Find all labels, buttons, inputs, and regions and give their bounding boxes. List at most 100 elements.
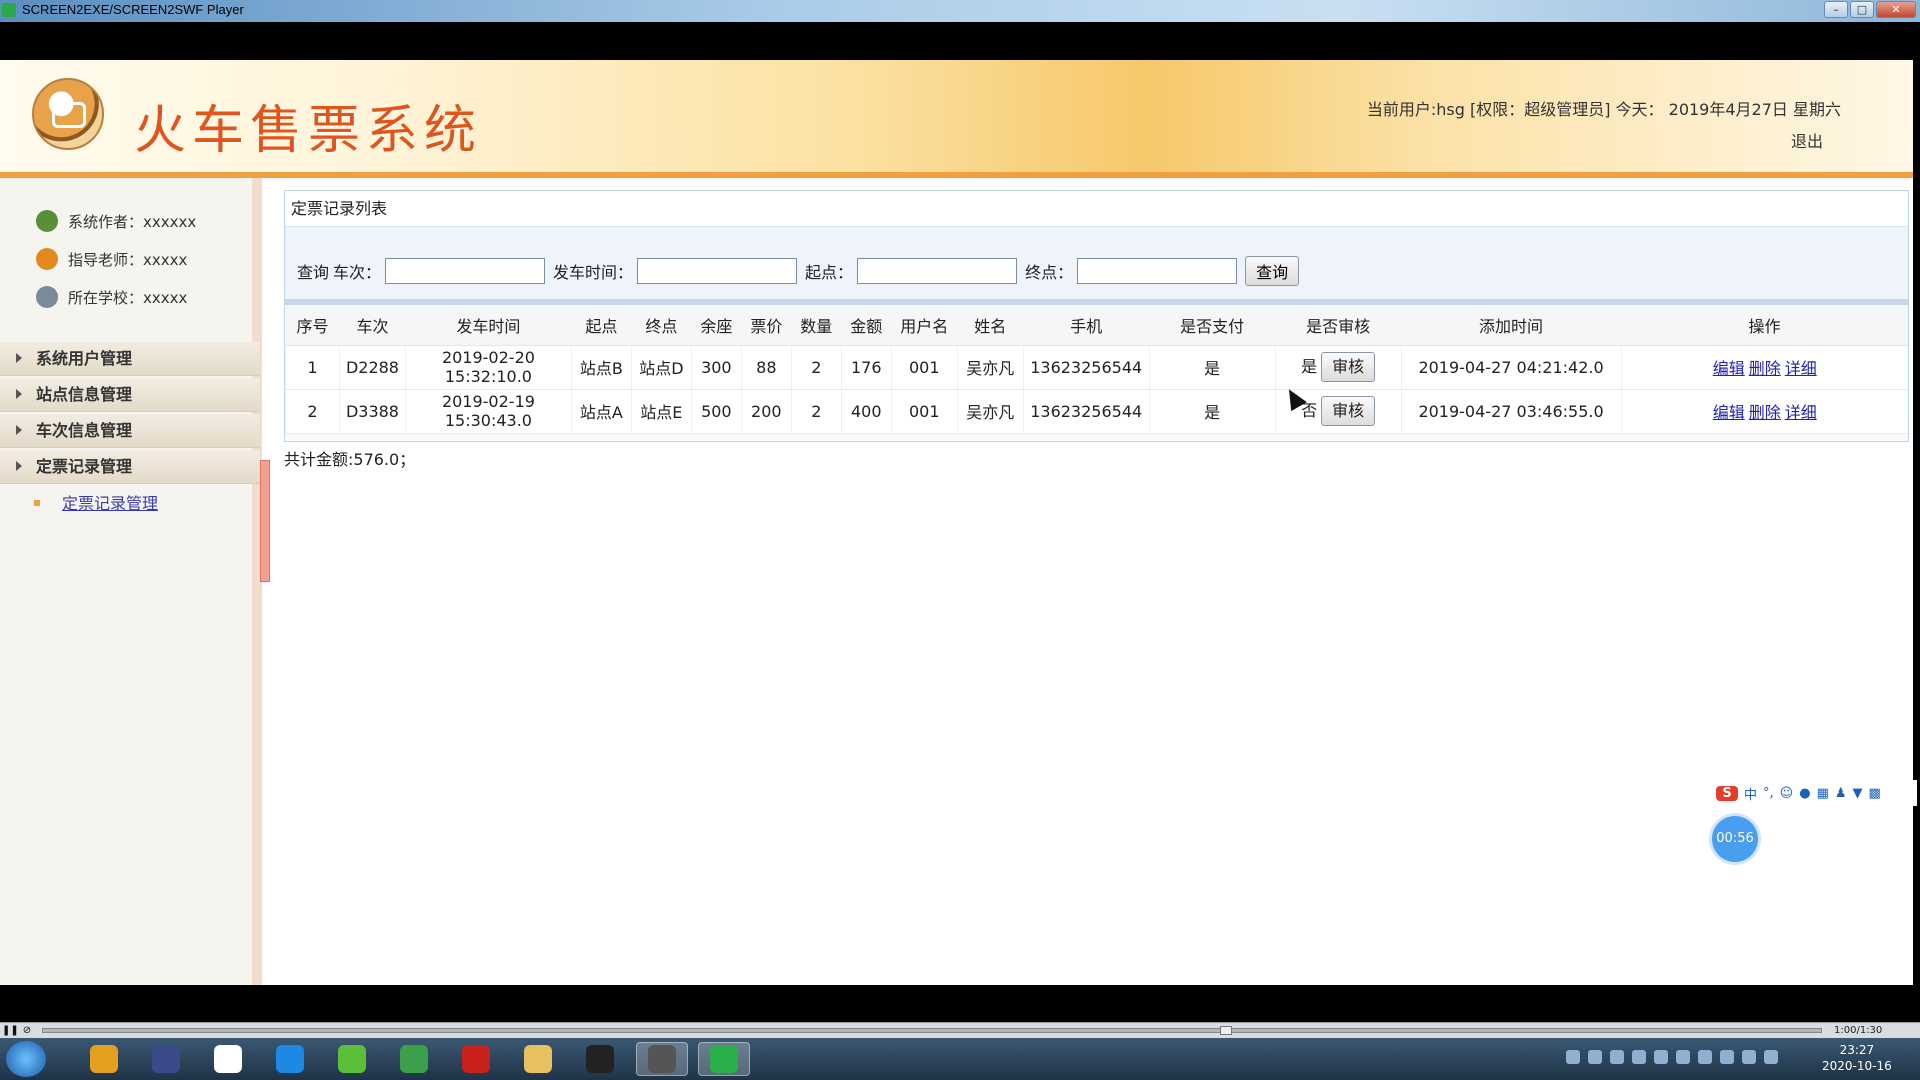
taskbar-app-button[interactable] <box>140 1042 192 1076</box>
to-label: 终点： <box>1025 263 1074 282</box>
menu-booking-management[interactable]: 定票记录管理 <box>0 450 260 484</box>
taskbar: 23:27 2020-10-16 <box>0 1038 1920 1080</box>
app-title: 火车售票系统 <box>134 101 483 161</box>
cell-added: 2019-04-27 04:21:42.0 <box>1400 345 1621 390</box>
emoji-icon[interactable]: ☺ <box>1780 786 1794 801</box>
cell-to: 站点D <box>630 345 692 390</box>
tray-shield-icon[interactable] <box>1632 1050 1646 1064</box>
cell-name: 吴亦凡 <box>956 389 1024 434</box>
from-station-input[interactable] <box>857 258 1018 284</box>
cell-price: 200 <box>740 389 792 434</box>
search-prefix: 查询 <box>297 263 330 282</box>
depart-time-input[interactable] <box>637 258 798 284</box>
browser-icon <box>276 1045 304 1073</box>
audit-button[interactable]: 审核 <box>1321 352 1376 382</box>
edit-link[interactable]: 编辑 <box>1713 403 1745 422</box>
taskbar-app-button[interactable] <box>698 1042 750 1076</box>
punctuation-icon[interactable]: °, <box>1763 786 1774 801</box>
detail-link[interactable]: 详细 <box>1785 359 1817 378</box>
keyboard-icon[interactable]: ▦ <box>1817 786 1829 801</box>
skin-icon[interactable]: ▼ <box>1853 786 1863 801</box>
cell-username: 001 <box>890 389 958 434</box>
tray-flag-icon[interactable] <box>1764 1050 1778 1064</box>
depart-label: 发车时间： <box>553 263 634 282</box>
ime-toolbar[interactable]: S 中 °, ☺ ● ▦ ♟ ▼ ▩ <box>1712 780 1917 806</box>
audit-button[interactable]: 审核 <box>1321 396 1376 426</box>
detail-link[interactable]: 详细 <box>1785 403 1817 422</box>
column-header: 姓名 <box>957 305 1024 346</box>
close-button[interactable]: ✕ <box>1876 1 1916 18</box>
table-header: 序号 车次 发车时间 起点 终点 余座 票价 数量 金额 用户名 姓名 手机 是否支付 是否审核 添加时间操… <box>285 305 1908 346</box>
cell-from: 站点A <box>570 389 632 434</box>
stop-icon[interactable]: ⊘ <box>20 1024 34 1037</box>
tray-battery-icon[interactable] <box>1720 1050 1734 1064</box>
tray-app-icon[interactable] <box>1588 1050 1602 1064</box>
cell-audited: 是审核 <box>1274 345 1402 390</box>
search-button[interactable]: 查询 <box>1245 256 1300 286</box>
train-input[interactable] <box>385 258 546 284</box>
column-header: 是否审核 <box>1275 305 1402 346</box>
taskbar-app-button[interactable] <box>636 1042 688 1076</box>
cell-train: D2288 <box>338 345 406 390</box>
pause-icon[interactable]: ❚❚ <box>2 1024 19 1037</box>
ime-language[interactable]: 中 <box>1744 784 1757 803</box>
seek-thumb[interactable] <box>1220 1026 1232 1035</box>
current-user-info: 当前用户:hsg [权限：超级管理员] 今天： 2019年4月27日 星期六 <box>1366 100 1841 119</box>
cell-name: 吴亦凡 <box>956 345 1024 390</box>
microphone-icon[interactable]: ● <box>1799 786 1810 801</box>
panel-title: 定票记录列表 <box>285 191 1908 227</box>
taskbar-app-button[interactable] <box>326 1042 378 1076</box>
start-button-icon[interactable] <box>6 1041 46 1077</box>
menu-train-management[interactable]: 车次信息管理 <box>0 414 260 448</box>
column-header: 金额 <box>841 305 892 346</box>
menu-station-management[interactable]: 站点信息管理 <box>0 378 260 412</box>
taskbar-app-button[interactable] <box>202 1042 254 1076</box>
sogou-logo-icon: S <box>1716 785 1738 801</box>
tray-network-icon[interactable] <box>1676 1050 1690 1064</box>
qq-icon <box>586 1045 614 1073</box>
taskbar-app-button[interactable] <box>450 1042 502 1076</box>
tray-arrow-icon[interactable] <box>1654 1050 1668 1064</box>
main-content: 定票记录列表 查询 车次： 发车时间： 起点： 终点： 查询 序号 车次 发车时间起… <box>272 178 1913 985</box>
taskbar-app-button[interactable] <box>574 1042 626 1076</box>
logout-link[interactable]: 退出 <box>1791 128 1823 152</box>
minimize-button[interactable]: – <box>1824 1 1848 18</box>
delete-link[interactable]: 删除 <box>1749 403 1781 422</box>
taskbar-app-button[interactable] <box>78 1042 130 1076</box>
seek-track[interactable] <box>42 1028 1822 1033</box>
cell-seats: 500 <box>690 389 742 434</box>
cell-no: 2 <box>285 389 340 434</box>
submenu-booking-records[interactable]: 定票记录管理 <box>62 490 158 514</box>
school-text: 所在学校：xxxxx <box>68 288 188 307</box>
author-info: 系统作者：xxxxxx <box>36 210 196 232</box>
column-header: 手机 <box>1023 305 1150 346</box>
table-row: 1 D2288 2019-02-20 15:32:10.0 站点B 站点D 300 88 2 1… <box>285 345 1908 390</box>
sidebar-collapse-handle[interactable] <box>260 460 270 582</box>
avatar-icon <box>648 1045 676 1073</box>
tray-qq-icon[interactable] <box>1698 1050 1712 1064</box>
teacher-icon <box>36 248 58 270</box>
menu-user-management[interactable]: 系统用户管理 <box>0 342 260 376</box>
tray-ime-icon[interactable] <box>1566 1050 1580 1064</box>
clock-date: 2020-10-16 <box>1822 1059 1892 1073</box>
to-station-input[interactable] <box>1077 258 1238 284</box>
submenu-bullet-icon <box>34 500 40 506</box>
maximize-button[interactable]: □ <box>1850 1 1874 18</box>
delete-link[interactable]: 删除 <box>1749 359 1781 378</box>
cell-amount: 176 <box>840 345 892 390</box>
tray-gear-icon[interactable] <box>1610 1050 1624 1064</box>
tray-volume-icon[interactable] <box>1742 1050 1756 1064</box>
grid-icon[interactable]: ▩ <box>1869 786 1881 801</box>
taskbar-app-button[interactable] <box>512 1042 564 1076</box>
taskbar-app-button[interactable] <box>264 1042 316 1076</box>
system-clock[interactable]: 23:27 2020-10-16 <box>1822 1042 1892 1074</box>
edit-link[interactable]: 编辑 <box>1713 359 1745 378</box>
column-header: 车次 <box>339 305 406 346</box>
player-icon <box>710 1045 738 1073</box>
system-tray <box>1566 1050 1778 1064</box>
train-label: 车次： <box>333 263 382 282</box>
column-header: 操作 <box>1621 305 1908 346</box>
taskbar-app-button[interactable] <box>388 1042 440 1076</box>
sidebar: 系统作者：xxxxxx 指导老师：xxxxx 所在学校：xxxxx 系统用户管理… <box>0 178 262 985</box>
user-icon[interactable]: ♟ <box>1835 786 1847 801</box>
